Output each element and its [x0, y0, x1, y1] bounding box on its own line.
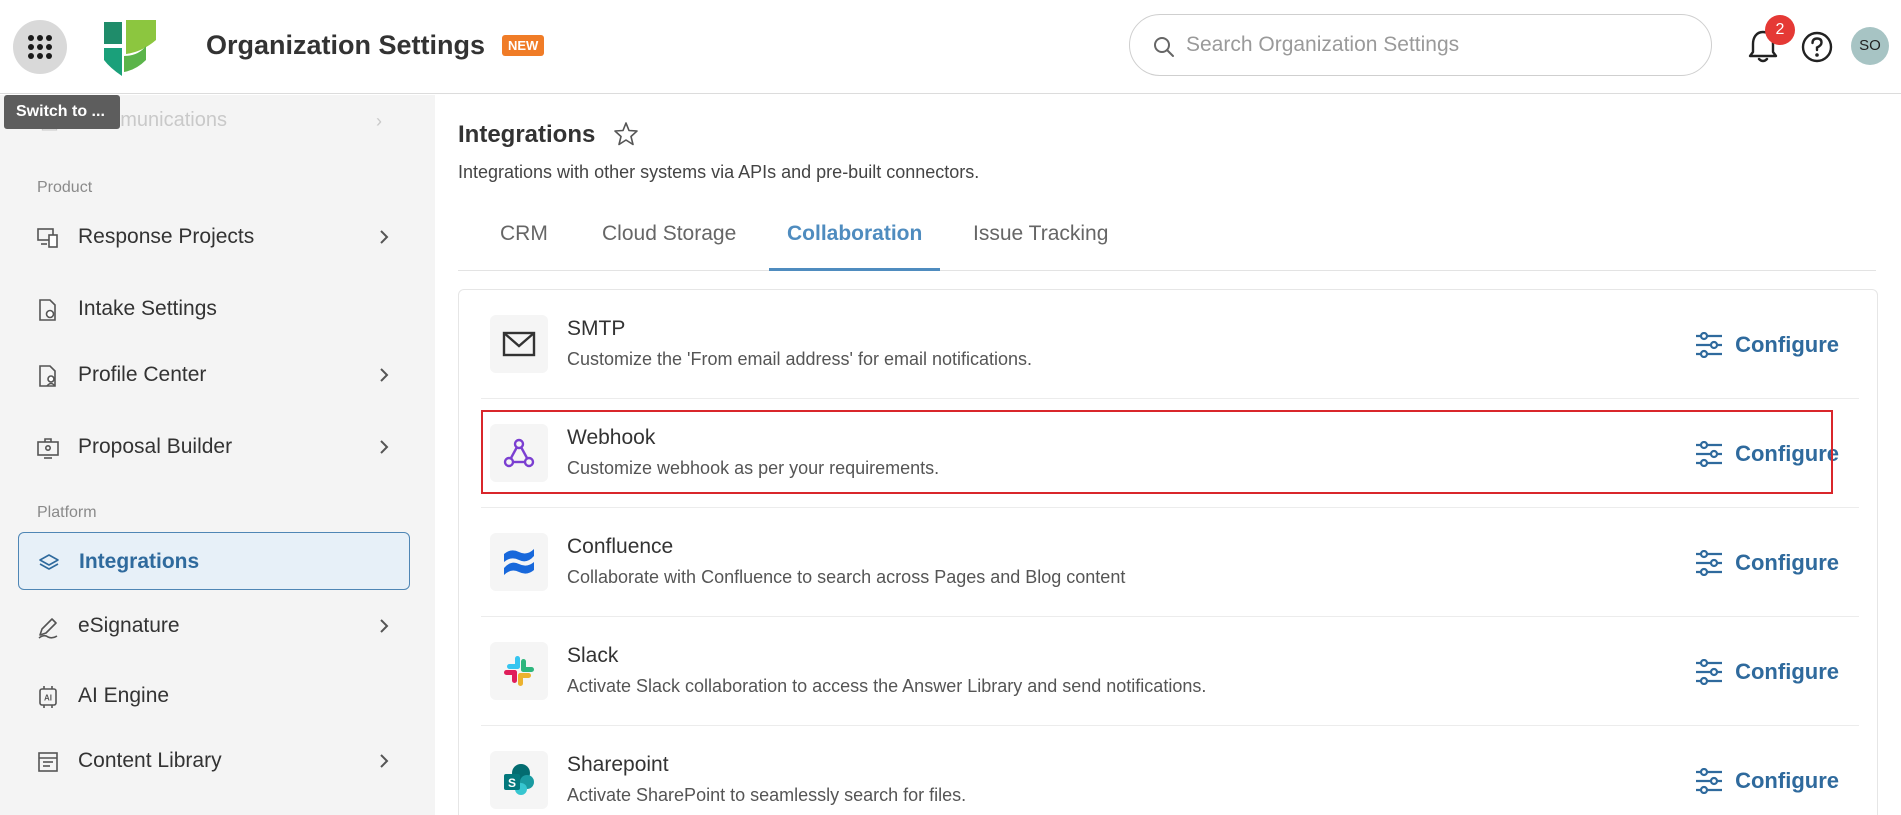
- sidebar-item-label: Content Library: [78, 749, 222, 772]
- sidebar-item-proposal-builder[interactable]: Proposal Builder: [18, 418, 410, 476]
- intake-settings-icon: [39, 299, 56, 321]
- sharepoint-icon: S: [504, 764, 534, 795]
- sidebar-item-integrations[interactable]: Integrations: [18, 532, 410, 590]
- star-icon[interactable]: [612, 120, 640, 148]
- integration-logo: [490, 642, 548, 700]
- profile-center-icon: [39, 365, 56, 387]
- configure-label: Configure: [1735, 550, 1839, 575]
- sidebar-item-label: Proposal Builder: [78, 435, 233, 458]
- top-header: Organization Settings NEW 2 SO: [0, 0, 1901, 94]
- chevron-right-icon: [380, 440, 389, 454]
- ai-chip-icon: AI: [39, 686, 57, 708]
- integration-description: Customize webhook as per your requiremen…: [567, 458, 940, 478]
- integration-tabs: CRM Cloud Storage Collaboration Issue Tr…: [458, 213, 1876, 271]
- sliders-icon: [1696, 659, 1723, 685]
- chevron-right-icon: [380, 754, 389, 768]
- integration-row-smtp: SMTP Customize the 'From email address' …: [481, 290, 1859, 399]
- confluence-icon: [504, 549, 534, 575]
- chevron-right-icon: [380, 619, 389, 633]
- integration-name: Confluence: [567, 535, 674, 558]
- integration-name: Webhook: [567, 426, 656, 449]
- layers-icon: [39, 554, 59, 570]
- sidebar-item-profile-center[interactable]: Profile Center: [18, 346, 410, 404]
- tab-crm[interactable]: CRM: [482, 213, 566, 271]
- integration-name: Sharepoint: [567, 753, 669, 776]
- configure-button-smtp[interactable]: Configure: [1695, 328, 1839, 362]
- help-icon[interactable]: [1800, 30, 1834, 64]
- grid-icon: [28, 35, 52, 59]
- integration-name: Slack: [567, 644, 619, 667]
- sidebar-item-label: Response Projects: [78, 225, 255, 248]
- sidebar-item-label: eSignature: [78, 614, 180, 637]
- mail-icon: [502, 331, 536, 357]
- sidebar-item-label: AI Engine: [78, 684, 170, 707]
- sidebar-item-ai-engine[interactable]: AI AI Engine: [18, 667, 410, 725]
- sidebar-item-response-projects[interactable]: Response Projects: [18, 208, 410, 266]
- integration-name: SMTP: [567, 317, 626, 340]
- integrations-list: SMTP Customize the 'From email address' …: [458, 289, 1878, 815]
- response-projects-icon: [37, 228, 58, 248]
- page-title: Organization Settings: [206, 30, 486, 60]
- sidebar-item-label: Integrations: [79, 550, 200, 573]
- integration-row-sharepoint: S Sharepoint Activate SharePoint to seam…: [481, 726, 1859, 815]
- configure-button-sharepoint[interactable]: Configure: [1695, 764, 1839, 798]
- section-subtitle: Integrations with other systems via APIs…: [458, 162, 980, 182]
- configure-label: Configure: [1735, 441, 1839, 466]
- integration-description: Collaborate with Confluence to search ac…: [567, 567, 1126, 587]
- integration-description: Customize the 'From email address' for e…: [567, 349, 1033, 369]
- new-badge: NEW: [502, 35, 545, 56]
- chevron-right-icon: [380, 368, 389, 382]
- section-label-platform: Platform: [37, 504, 97, 521]
- configure-button-slack[interactable]: Configure: [1695, 655, 1839, 689]
- chevron-right-icon: ›: [376, 111, 382, 131]
- user-avatar[interactable]: SO: [1851, 27, 1889, 65]
- sliders-icon: [1696, 768, 1723, 794]
- sliders-icon: [1696, 550, 1723, 576]
- svg-text:S: S: [508, 776, 516, 790]
- webhook-icon: [503, 438, 535, 468]
- sidebar-item-content-library[interactable]: Content Library: [18, 732, 410, 790]
- configure-label: Configure: [1735, 332, 1839, 357]
- svg-text:AI: AI: [44, 694, 52, 703]
- brand-logo[interactable]: [102, 20, 158, 76]
- section-label-product: Product: [37, 179, 93, 196]
- content-library-icon: [38, 752, 58, 772]
- integration-logo: [490, 533, 548, 591]
- integration-row-webhook: Webhook Customize webhook as per your re…: [481, 399, 1859, 508]
- proposal-builder-icon: [37, 438, 59, 459]
- integration-row-confluence: Confluence Collaborate with Confluence t…: [481, 508, 1859, 617]
- sidebar-item-label: Profile Center: [78, 363, 207, 386]
- switch-to-tooltip: Switch to ...: [4, 95, 120, 129]
- tab-collaboration[interactable]: Collaboration: [769, 213, 941, 271]
- sliders-icon: [1696, 441, 1723, 467]
- tab-cloud-storage[interactable]: Cloud Storage: [584, 213, 754, 271]
- sidebar-item-intake-settings[interactable]: Intake Settings: [18, 280, 410, 338]
- sliders-icon: [1696, 332, 1723, 358]
- search-icon: [1154, 37, 1174, 57]
- sidebar-item-esignature[interactable]: eSignature: [18, 597, 410, 655]
- section-title: Integrations: [458, 121, 596, 148]
- configure-button-confluence[interactable]: Configure: [1695, 546, 1839, 580]
- integration-description: Activate SharePoint to seamlessly search…: [567, 785, 967, 805]
- configure-button-webhook[interactable]: Configure: [1695, 437, 1839, 471]
- tab-issue-tracking[interactable]: Issue Tracking: [955, 213, 1126, 271]
- sidebar: ▣ Communications › Product Response Proj…: [0, 95, 435, 815]
- slack-icon: [504, 656, 534, 686]
- integration-row-slack: Slack Activate Slack collaboration to ac…: [481, 617, 1859, 726]
- integration-description: Activate Slack collaboration to access t…: [567, 676, 1207, 696]
- main-content: Integrations Integrations with other sys…: [435, 95, 1901, 815]
- app-switcher-button[interactable]: [13, 20, 67, 74]
- chevron-right-icon: [380, 230, 389, 244]
- configure-label: Configure: [1735, 768, 1839, 793]
- sidebar-item-label: Intake Settings: [78, 297, 217, 320]
- search-input[interactable]: [1186, 29, 1686, 61]
- search-box[interactable]: [1129, 14, 1712, 76]
- configure-label: Configure: [1735, 659, 1839, 684]
- signature-icon: [38, 618, 58, 639]
- integration-logo: [490, 315, 548, 373]
- integration-logo: S: [490, 751, 548, 809]
- integration-logo: [490, 424, 548, 482]
- notification-count-badge: 2: [1765, 15, 1795, 45]
